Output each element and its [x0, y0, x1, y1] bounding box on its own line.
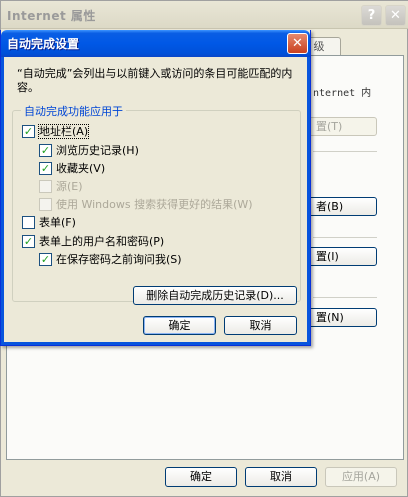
settings-button-3[interactable]: 置(N): [301, 308, 377, 327]
option-label: 浏览历史记录(H): [56, 144, 139, 157]
checkbox[interactable]: ✓: [39, 253, 52, 266]
option-label: 表单(F): [39, 216, 76, 229]
dialog-title: 自动完成设置: [7, 37, 80, 51]
checkbox[interactable]: ✓: [22, 235, 35, 248]
content-description-text: nternet 内: [313, 88, 372, 99]
dialog-cancel-button[interactable]: 取消: [224, 316, 297, 335]
settings-button-2[interactable]: 置(I): [301, 247, 377, 266]
checkbox[interactable]: [22, 216, 35, 229]
group-title: 自动完成功能应用于: [21, 103, 126, 119]
delete-autocomplete-history-button[interactable]: 删除自动完成历史记录(D)...: [133, 286, 297, 305]
option-label: 地址栏(A): [37, 124, 90, 139]
checkbox[interactable]: [39, 180, 52, 193]
dialog-bottom-edge: [1, 342, 310, 345]
publishers-button[interactable]: 者(B): [301, 197, 377, 216]
dialog-titlebar: 自动完成设置 ✕: [1, 30, 310, 57]
ok-button[interactable]: 确定: [165, 467, 237, 487]
help-icon[interactable]: ?: [361, 5, 382, 26]
close-icon[interactable]: ✕: [287, 33, 308, 54]
autocomplete-settings-dialog: 自动完成设置 ✕ “自动完成”会列出与以前键入或访问的条目可能匹配的内容。 自动…: [0, 30, 311, 346]
checkbox[interactable]: [39, 198, 52, 211]
apply-button[interactable]: 应用(A): [325, 467, 397, 487]
checkbox[interactable]: ✓: [22, 125, 35, 138]
divider: [313, 151, 377, 152]
option-label: 在保存密码之前询问我(S): [56, 253, 182, 266]
internet-properties-titlebar: Internet 属性 ? ✕: [1, 1, 408, 29]
cancel-button[interactable]: 取消: [245, 467, 317, 487]
checkbox[interactable]: ✓: [39, 144, 52, 157]
option-label: 收藏夹(V): [56, 162, 106, 175]
checkbox[interactable]: ✓: [39, 162, 52, 175]
settings-button-1[interactable]: 置(T): [301, 117, 377, 136]
divider: [313, 297, 377, 298]
divider: [313, 237, 377, 238]
internet-properties-title: Internet 属性: [7, 9, 96, 23]
option-label: 源(E): [56, 180, 83, 193]
dialog-ok-button[interactable]: 确定: [143, 316, 216, 335]
option-label: 使用 Windows 搜索获得更好的结果(W): [56, 198, 253, 211]
close-icon[interactable]: ✕: [385, 5, 406, 26]
option-label: 表单上的用户名和密码(P): [39, 235, 165, 248]
dialog-description: “自动完成”会列出与以前键入或访问的条目可能匹配的内容。: [17, 67, 293, 94]
